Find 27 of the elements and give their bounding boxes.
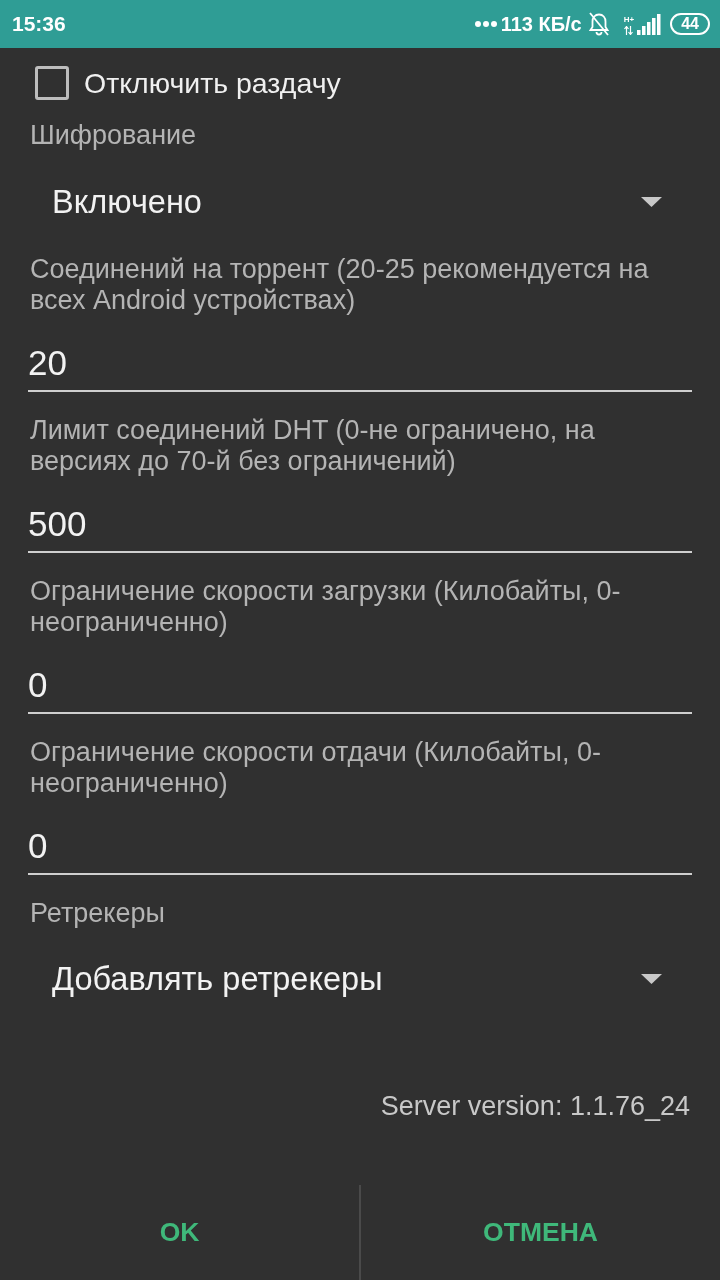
field-label: Шифрование [29, 119, 198, 151]
caret-icon [641, 974, 662, 984]
network-speed: 113 КБ/с [500, 12, 582, 36]
server-version-text: Server version: 1.1.76_24 [379, 1090, 691, 1122]
field-label: Ограничение скорости отдачи (Килобайты, 0-неограниченно) [29, 737, 602, 799]
dropdown[interactable]: Добавлять ретрекеры [0, 943, 720, 1015]
field-label: Ограничение скорости загрузки (Килобайты, 0-неограниченно) [29, 576, 622, 638]
caret-icon [641, 197, 662, 207]
checkbox[interactable] [35, 66, 69, 100]
input-field[interactable]: 500 [28, 496, 692, 553]
bell-off-icon [587, 12, 610, 36]
field-label: Лимит соединений DHT (0-не ограничено, на версиях до 70-й без ограничений) [29, 415, 596, 477]
input-field[interactable]: 0 [28, 657, 692, 714]
data-arrows-icon [623, 25, 633, 35]
cancel-button[interactable]: ОТМЕНА [361, 1185, 720, 1280]
status-time: 15:36 [12, 12, 66, 36]
field-label: Соединений на торрент (20-25 рекомендуется на всех Android устройствах) [29, 254, 650, 316]
dropdown[interactable]: Включено [0, 166, 720, 238]
dots-icon [474, 21, 497, 27]
network-type-label: H+ [623, 15, 635, 24]
signal-icon [636, 13, 663, 35]
field-label: Ретрекеры [29, 897, 166, 929]
input-field[interactable]: 20 [28, 335, 692, 392]
ok-button[interactable]: OK [0, 1185, 359, 1280]
checkbox-label: Отключить раздачу [84, 66, 341, 100]
input-field[interactable]: 0 [28, 818, 692, 875]
battery-indicator: 44 [670, 13, 710, 35]
